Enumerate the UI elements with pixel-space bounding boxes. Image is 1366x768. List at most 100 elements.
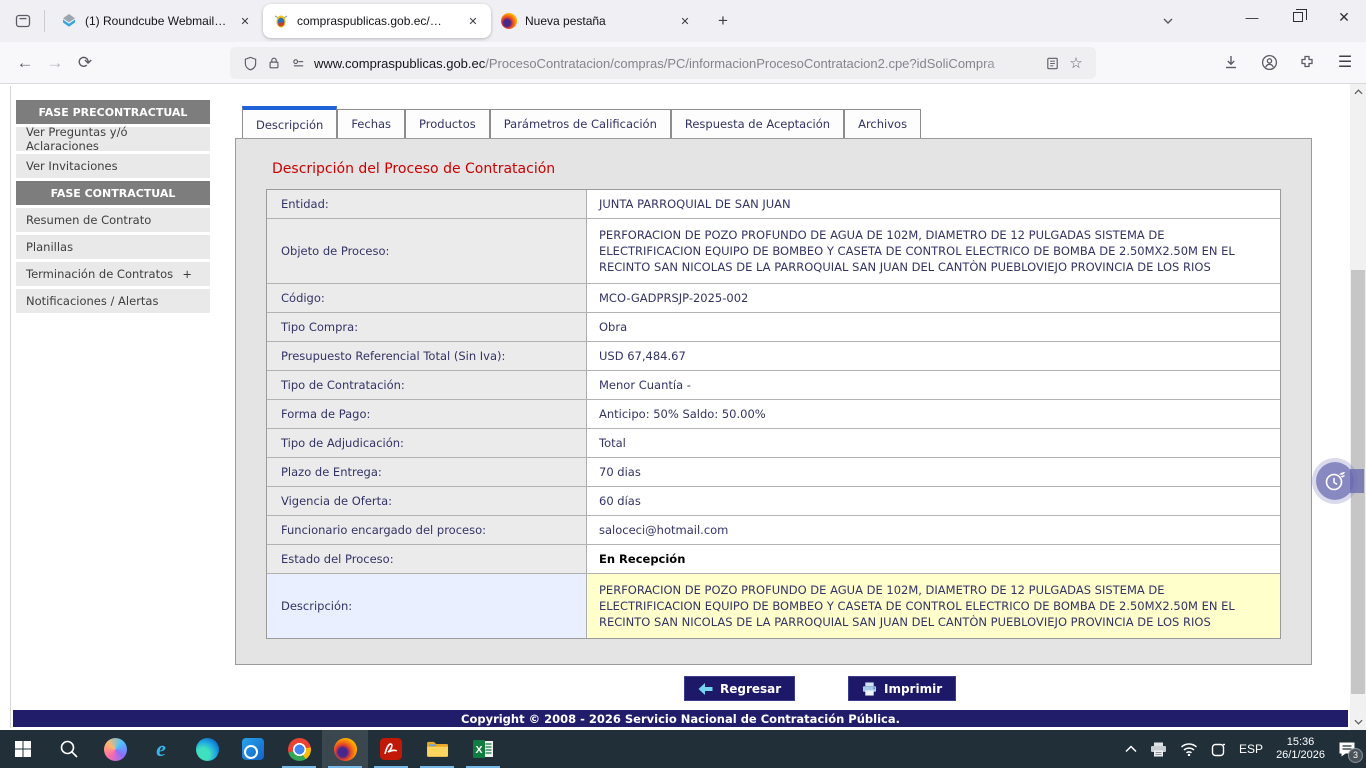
page-scrollbar[interactable] xyxy=(1350,84,1366,730)
taskbar-chrome-button[interactable] xyxy=(276,730,322,768)
tray-wifi-icon[interactable] xyxy=(1180,742,1198,756)
taskbar-search-button[interactable] xyxy=(46,730,92,768)
toolbar-right-icons: ☰ xyxy=(1216,47,1360,77)
system-tray: ESP 15:36 26/1/2026 3 xyxy=(1125,730,1366,768)
close-window-button[interactable]: ✕ xyxy=(1324,0,1364,34)
edge-icon xyxy=(196,738,219,761)
url-domain: www.compraspublicas.gob.ec xyxy=(314,56,485,71)
taskbar-edge-button[interactable] xyxy=(184,730,230,768)
taskbar-internet-explorer-button[interactable]: e xyxy=(138,730,184,768)
tab-parametros-calificacion[interactable]: Parámetros de Calificación xyxy=(490,109,671,139)
reload-button[interactable]: ⟳ xyxy=(70,48,100,78)
tray-printer-icon[interactable] xyxy=(1150,742,1167,757)
clock-widget[interactable]: 15:36 26/1/2026 xyxy=(1276,736,1325,762)
reader-view-icon[interactable] xyxy=(1040,51,1064,75)
windows-taskbar: e X ESP 15:36 26/ xyxy=(0,730,1366,768)
shield-icon[interactable] xyxy=(238,51,262,75)
taskbar-outlook-button[interactable] xyxy=(230,730,276,768)
expand-plus-icon[interactable]: + xyxy=(182,267,192,281)
tray-date: 26/1/2026 xyxy=(1276,749,1325,762)
taskbar-copilot-button[interactable] xyxy=(92,730,138,768)
row-label: Descripción: xyxy=(267,574,587,638)
close-tab-icon[interactable]: ✕ xyxy=(235,11,255,31)
extensions-icon[interactable] xyxy=(1292,47,1322,77)
tab-archivos[interactable]: Archivos xyxy=(844,109,921,139)
account-icon[interactable] xyxy=(1254,47,1284,77)
imprimir-button[interactable]: Imprimir xyxy=(848,676,956,701)
lock-icon[interactable] xyxy=(262,51,286,75)
notification-center-button[interactable]: 3 xyxy=(1338,741,1356,758)
excel-icon: X xyxy=(472,739,494,759)
timer-extension-widget[interactable] xyxy=(1316,462,1354,500)
tab-productos[interactable]: Productos xyxy=(405,109,490,139)
sidebar-header-precontractual: FASE PRECONTRACTUAL xyxy=(16,100,210,124)
regresar-button[interactable]: Regresar xyxy=(684,676,795,701)
taskbar-firefox-button[interactable] xyxy=(322,730,368,768)
sidebar-header-contractual: FASE CONTRACTUAL xyxy=(16,181,210,205)
sidebar-item-ver-invitaciones[interactable]: Ver Invitaciones xyxy=(16,154,210,178)
bookmark-star-icon[interactable]: ☆ xyxy=(1064,51,1088,75)
browser-tab-nueva-pestana[interactable]: Nueva pestaña ✕ xyxy=(491,4,703,38)
language-indicator[interactable]: ESP xyxy=(1239,742,1263,756)
table-row-estado: Estado del Proceso: En Recepción xyxy=(267,545,1280,574)
firefox-view-icon[interactable] xyxy=(8,6,38,36)
taskbar-file-explorer-button[interactable] xyxy=(414,730,460,768)
taskbar-acrobat-button[interactable] xyxy=(368,730,414,768)
row-label: Estado del Proceso: xyxy=(267,545,587,573)
table-row-plazo-entrega: Plazo de Entrega: 70 dias xyxy=(267,458,1280,487)
row-label: Forma de Pago: xyxy=(267,400,587,428)
row-value: Total xyxy=(587,429,1280,457)
table-row-presupuesto: Presupuesto Referencial Total (Sin Iva):… xyxy=(267,342,1280,371)
back-arrow-icon xyxy=(698,683,713,695)
tab-descripcion[interactable]: Descripción xyxy=(242,106,337,139)
tab-respuesta-aceptacion[interactable]: Respuesta de Aceptación xyxy=(671,109,844,139)
tray-app-icon[interactable] xyxy=(1211,742,1226,757)
row-value: JUNTA PARROQUIAL DE SAN JUAN xyxy=(587,190,1280,218)
back-button[interactable]: ← xyxy=(10,48,40,78)
row-label: Objeto de Proceso: xyxy=(267,219,587,283)
status-badge: En Recepción xyxy=(587,545,1280,573)
start-button[interactable] xyxy=(0,730,46,768)
url-text[interactable]: www.compraspublicas.gob.ec/ProcesoContra… xyxy=(314,56,1040,71)
copilot-icon xyxy=(104,738,127,761)
sidebar-item-notificaciones-alertas[interactable]: Notificaciones / Alertas xyxy=(16,289,210,313)
row-value: Anticipo: 50% Saldo: 50.00% xyxy=(587,400,1280,428)
page-title: Descripción del Proceso de Contratación xyxy=(272,161,1311,177)
scroll-up-icon[interactable] xyxy=(1350,84,1366,100)
restore-button[interactable] xyxy=(1278,0,1318,34)
new-tab-button[interactable]: + xyxy=(709,7,737,35)
table-row-codigo: Código: MCO-GADPRSJP-2025-002 xyxy=(267,284,1280,313)
outlook-icon xyxy=(242,738,264,760)
close-tab-icon[interactable]: ✕ xyxy=(675,11,695,31)
notification-badge: 3 xyxy=(1348,748,1363,763)
clock-wing-icon xyxy=(1323,469,1347,493)
row-value: MCO-GADPRSJP-2025-002 xyxy=(587,284,1280,312)
downloads-icon[interactable] xyxy=(1216,47,1246,77)
row-label: Presupuesto Referencial Total (Sin Iva): xyxy=(267,342,587,370)
acrobat-icon xyxy=(380,738,402,760)
menu-hamburger-icon[interactable]: ☰ xyxy=(1330,47,1360,77)
sidebar-item-terminacion-contratos[interactable]: Terminación de Contratos + xyxy=(16,262,210,286)
sidebar-item-planillas[interactable]: Planillas xyxy=(16,235,210,259)
chrome-icon xyxy=(288,738,311,761)
table-row-vigencia-oferta: Vigencia de Oferta: 60 días xyxy=(267,487,1280,516)
taskbar-excel-button[interactable]: X xyxy=(460,730,506,768)
list-tabs-chevron-icon[interactable] xyxy=(1155,8,1181,34)
row-label: Funcionario encargado del proceso: xyxy=(267,516,587,544)
minimize-button[interactable]: — xyxy=(1232,0,1272,34)
url-bar[interactable]: www.compraspublicas.gob.ec/ProcesoContra… xyxy=(230,47,1096,79)
browser-tab-roundcube[interactable]: (1) Roundcube Webmail :: Entra ✕ xyxy=(51,4,263,38)
sidebar-item-ver-preguntas[interactable]: Ver Preguntas y/ó Aclaraciones xyxy=(16,127,210,151)
scroll-down-icon[interactable] xyxy=(1350,714,1366,730)
regresar-label: Regresar xyxy=(720,682,781,696)
sidebar-item-resumen-contrato[interactable]: Resumen de Contrato xyxy=(16,208,210,232)
tab-fechas[interactable]: Fechas xyxy=(337,109,405,139)
tab-title: (1) Roundcube Webmail :: Entra xyxy=(85,14,227,28)
permissions-icon[interactable] xyxy=(286,51,310,75)
browser-titlebar: (1) Roundcube Webmail :: Entra ✕ compras… xyxy=(0,0,1366,42)
tray-chevron-up-icon[interactable] xyxy=(1125,745,1137,753)
close-tab-icon[interactable]: ✕ xyxy=(463,11,483,31)
row-value: 70 dias xyxy=(587,458,1280,486)
browser-tab-compraspublicas[interactable]: compraspublicas.gob.ec/Proces ✕ xyxy=(263,4,491,38)
forward-button[interactable]: → xyxy=(40,48,70,78)
